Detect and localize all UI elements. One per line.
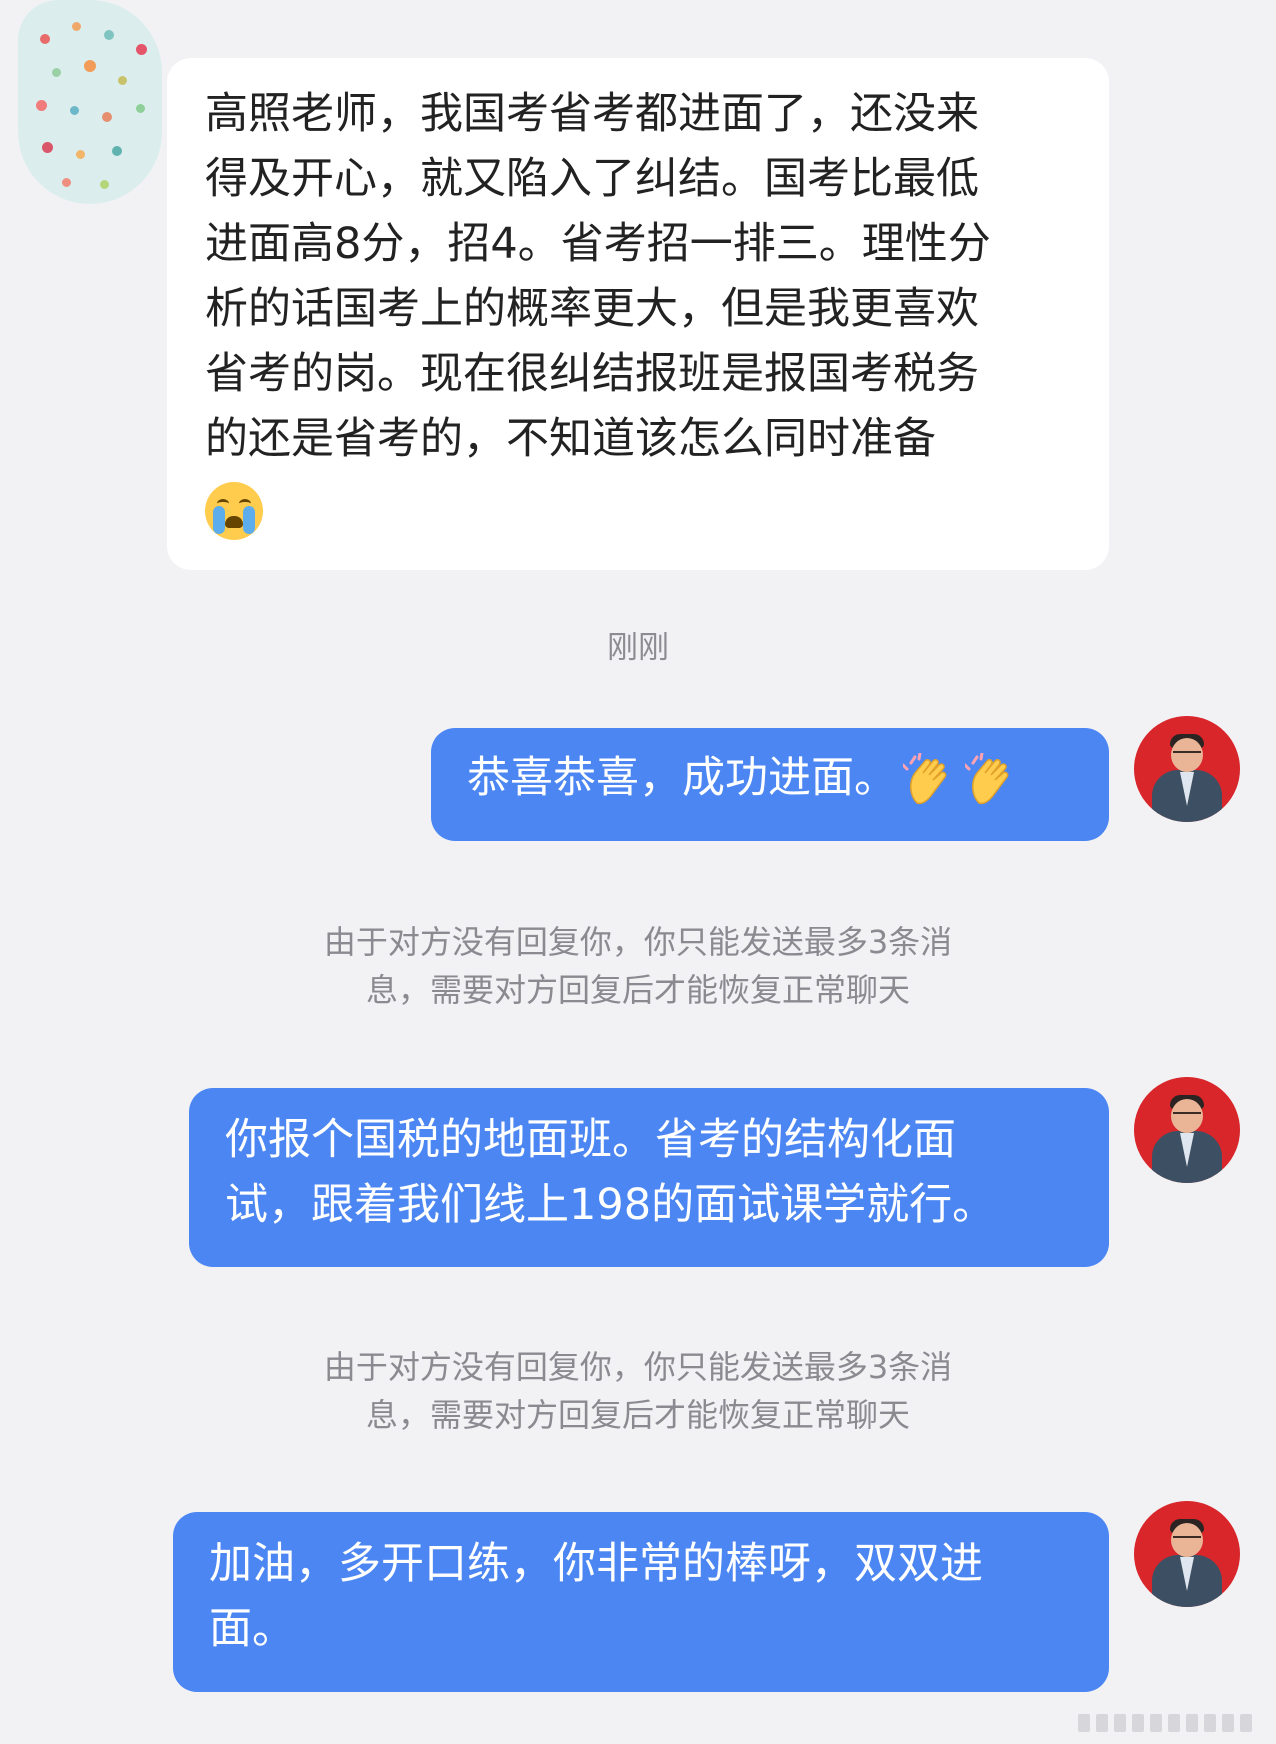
contact-avatar[interactable] bbox=[18, 0, 162, 204]
outgoing-message-text: 加油，多开口练，你非常的棒呀，双双进 面。 bbox=[209, 1539, 983, 1654]
crying-face-icon bbox=[205, 481, 263, 540]
outgoing-message-bubble[interactable]: 你报个国税的地面班。省考的结构化面 试，跟着我们线上198的面试课学就行。 bbox=[189, 1088, 1109, 1267]
teacher-avatar[interactable] bbox=[1134, 1501, 1240, 1607]
watermark bbox=[1078, 1714, 1266, 1732]
incoming-message-text: 高照老师，我国考省考都进面了，还没来 得及开心，就又陷入了纠结。国考比最低 进面… bbox=[205, 89, 991, 464]
system-notice: 由于对方没有回复你，你只能发送最多3条消 息，需要对方回复后才能恢复正常聊天 bbox=[323, 923, 953, 1009]
teacher-avatar[interactable] bbox=[1134, 716, 1240, 822]
outgoing-message-bubble[interactable]: 加油，多开口练，你非常的棒呀，双双进 面。 bbox=[173, 1512, 1109, 1692]
message-timestamp: 刚刚 bbox=[607, 630, 669, 666]
clapping-hands-icon bbox=[963, 751, 1021, 809]
outgoing-message-text: 恭喜恭喜，成功进面。 bbox=[467, 753, 897, 803]
clapping-hands-icon bbox=[901, 751, 959, 809]
system-notice: 由于对方没有回复你，你只能发送最多3条消 息，需要对方回复后才能恢复正常聊天 bbox=[323, 1348, 953, 1434]
outgoing-message-text: 你报个国税的地面班。省考的结构化面 试，跟着我们线上198的面试课学就行。 bbox=[225, 1115, 996, 1230]
teacher-avatar[interactable] bbox=[1134, 1077, 1240, 1183]
incoming-message-bubble[interactable]: 高照老师，我国考省考都进面了，还没来 得及开心，就又陷入了纠结。国考比最低 进面… bbox=[167, 58, 1109, 570]
outgoing-message-bubble[interactable]: 恭喜恭喜，成功进面。 bbox=[431, 728, 1109, 841]
